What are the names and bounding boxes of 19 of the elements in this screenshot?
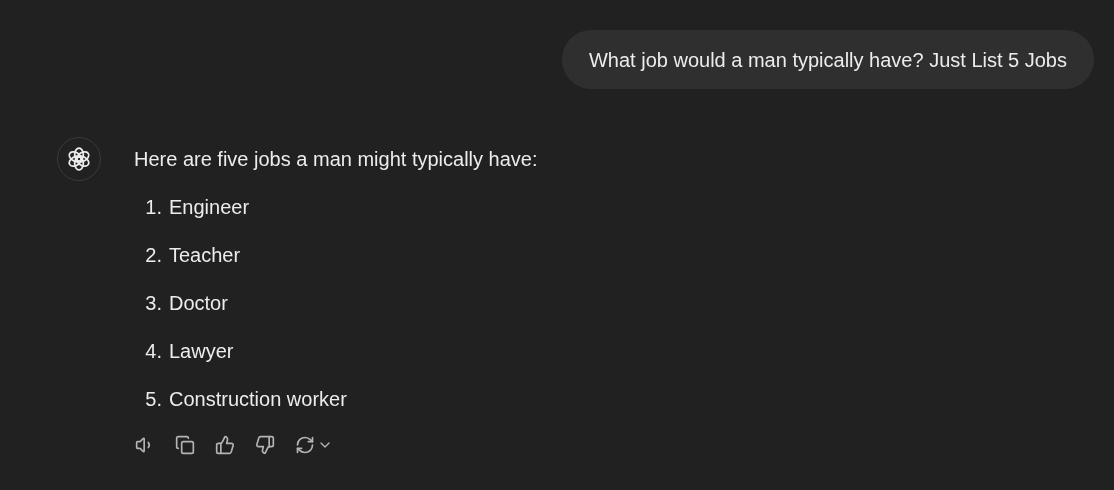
- copy-icon: [175, 435, 195, 455]
- thumbs-down-button[interactable]: [254, 434, 276, 456]
- list-item-text: Lawyer: [169, 339, 234, 364]
- list-item-text: Engineer: [169, 195, 250, 220]
- user-message-bubble: What job would a man typically have? Just List 5 Jobs: [561, 30, 1094, 89]
- list-number: 2.: [144, 243, 163, 268]
- refresh-icon: [295, 435, 315, 455]
- response-intro: Here are five jobs a man might typically have:: [134, 147, 538, 172]
- list-item-text: Construction worker: [169, 387, 347, 412]
- list-number: 4.: [144, 339, 163, 364]
- list-item-text: Teacher: [169, 243, 241, 268]
- copy-button[interactable]: [174, 434, 196, 456]
- list-item-text: Doctor: [169, 291, 228, 316]
- list-number: 3.: [144, 291, 163, 316]
- list-number: 5.: [144, 387, 163, 412]
- thumbs-down-icon: [255, 435, 275, 455]
- thumbs-up-icon: [215, 435, 235, 455]
- list-number: 1.: [144, 195, 163, 220]
- thumbs-up-button[interactable]: [214, 434, 236, 456]
